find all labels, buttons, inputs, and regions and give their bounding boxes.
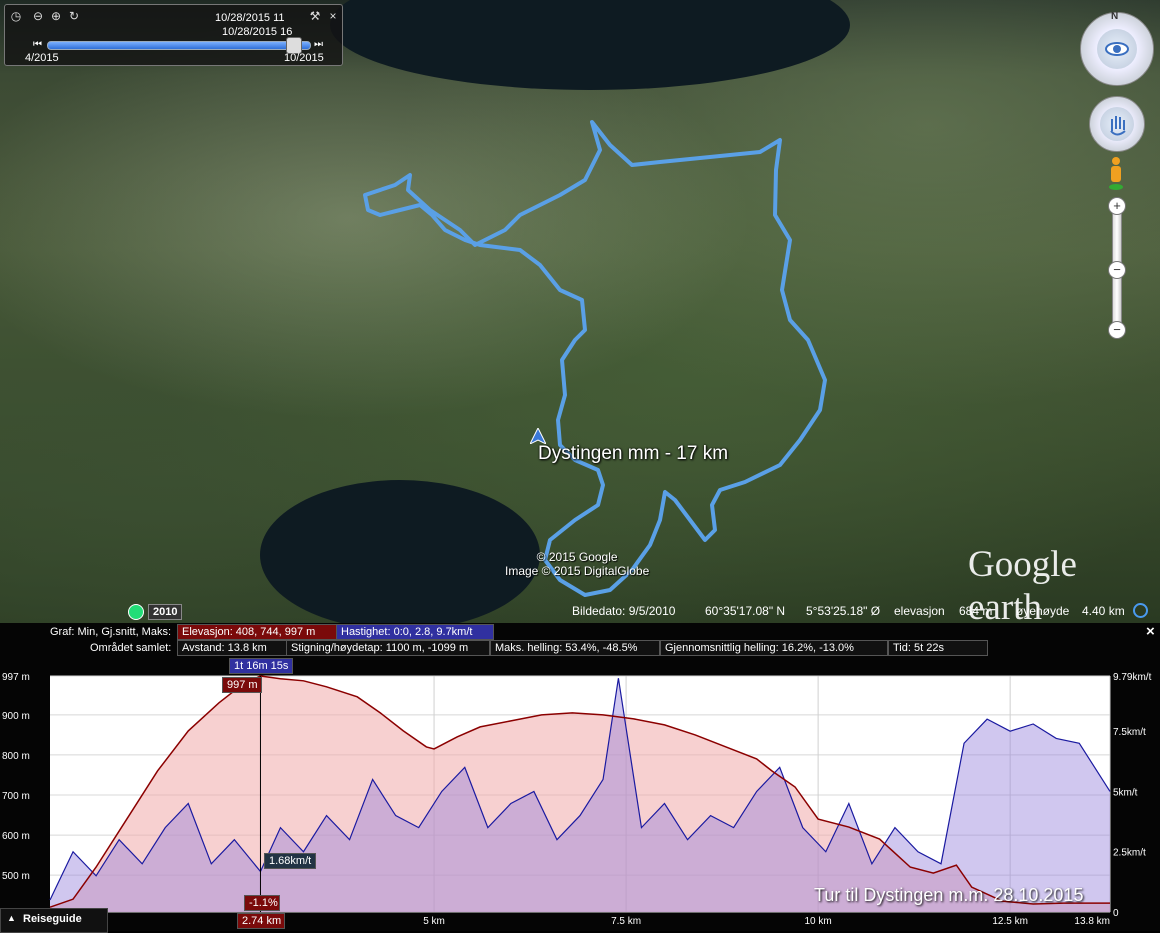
cursor-distance-label: 2.74 km (237, 913, 285, 929)
y-tick-label: 700 m (2, 791, 30, 802)
zoom-out-icon[interactable]: − (1108, 321, 1126, 339)
north-icon[interactable]: N (1111, 11, 1118, 22)
move-joystick[interactable] (1089, 96, 1145, 152)
y2-tick-label: 7.5km/t (1113, 727, 1146, 738)
range-start: 4/2015 (25, 52, 59, 64)
imagery-date: Bildedato: 9/5/2010 (572, 604, 676, 618)
y2-tick-label: 2.5km/t (1113, 848, 1146, 859)
cursor-slope-label: -1.1% (244, 895, 280, 911)
latitude: 60°35'17.08" N (705, 604, 786, 618)
clock-icon[interactable]: ◷ (9, 9, 23, 23)
elevation-label: elevasjon (894, 604, 945, 618)
cursor-elevation-label: 997 m (222, 677, 262, 693)
close-icon[interactable]: × (326, 9, 340, 23)
y2-tick-label: 0 (1113, 908, 1119, 919)
eye-altitude-label: øyehøyde (1016, 604, 1070, 618)
time-end: 10/28/2015 16 (222, 26, 293, 38)
wrench-icon[interactable]: ⚒ (308, 9, 322, 23)
zoom-slider-thumb[interactable]: − (1108, 261, 1126, 279)
chevron-up-icon: ▲ (7, 913, 16, 923)
status-bar: Bildedato: 9/5/2010 60°35'17.08" N 5°53'… (0, 601, 1160, 623)
look-joystick[interactable]: N (1080, 11, 1154, 86)
hand-icon[interactable] (1100, 107, 1134, 141)
y-tick-label: 500 m (2, 871, 30, 882)
x-tick-label: 5 km (423, 916, 445, 927)
zoom-in-icon[interactable]: + (1108, 197, 1126, 215)
zoom-slider[interactable]: + − − (1108, 197, 1126, 339)
time-start: 10/28/2015 11 (215, 12, 285, 24)
copyright: © 2015 Google Image © 2015 DigitalGlobe (505, 550, 650, 578)
x-tick-label: 10 km (804, 916, 831, 927)
zoom-out-icon[interactable]: ⊖ (31, 9, 45, 23)
refresh-icon[interactable]: ↻ (67, 9, 81, 23)
zoom-in-icon[interactable]: ⊕ (49, 9, 63, 23)
travel-guide-label: Reiseguide (23, 913, 82, 925)
navigation-controls: N + − − (1080, 8, 1156, 348)
status-indicator-icon (1133, 603, 1148, 618)
hiking-track (363, 120, 827, 597)
elevation-profile-panel: Graf: Min, Gj.snitt, Maks: Elevasjon: 40… (0, 623, 1160, 931)
track-title: Tur til Dystingen m.m. 28.10.2015 (814, 885, 1084, 905)
cursor-speed-label: 1.68km/t (264, 853, 316, 869)
y-tick-label: 600 m (2, 831, 30, 842)
skip-back-icon[interactable]: ⏮ (33, 39, 42, 50)
x-tick-label: 12.5 km (992, 916, 1028, 927)
x-tick-label: 7.5 km (611, 916, 641, 927)
x-tick-label: 13.8 km (1074, 916, 1110, 927)
eye-altitude-value: 4.40 km (1082, 604, 1125, 618)
y-tick-label: 997 m (2, 672, 30, 683)
elevation-value: 684 m (959, 604, 993, 618)
time-slider[interactable] (47, 41, 311, 50)
y-tick-label: 900 m (2, 711, 30, 722)
placemark-icon[interactable] (530, 428, 546, 444)
time-slider-panel: ◷ ⊖ ⊕ ↻ 10/28/2015 11 ⚒ × 10/28/2015 16 … (4, 4, 343, 66)
y2-tick-label: 5km/t (1113, 787, 1138, 798)
range-end: 10/2015 (284, 52, 324, 64)
map-view[interactable]: Dystingen mm - 17 km 2010 © 2015 Google … (0, 0, 1160, 623)
eye-icon[interactable] (1097, 29, 1137, 69)
skip-forward-icon[interactable]: ⏭ (314, 39, 323, 50)
y2-tick-label: 9.79km/t (1113, 672, 1152, 683)
placemark-label[interactable]: Dystingen mm - 17 km (538, 443, 728, 465)
longitude: 5°53'25.18" Ø (806, 604, 881, 618)
street-view-pegman-icon[interactable] (1108, 156, 1124, 190)
cursor-time-label: 1t 16m 15s (229, 658, 293, 674)
travel-guide-tab[interactable]: ▲ Reiseguide (0, 908, 108, 933)
y-tick-label: 800 m (2, 751, 30, 762)
